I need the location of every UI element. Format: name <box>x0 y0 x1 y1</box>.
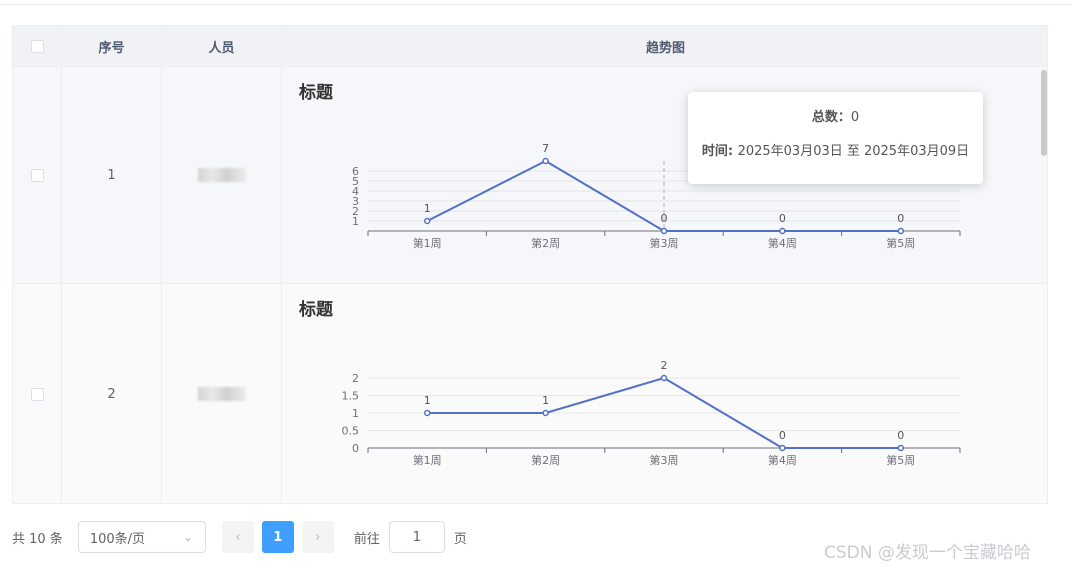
table-header: 序号 人员 趋势图 <box>13 26 1047 67</box>
select-all-checkbox[interactable] <box>30 40 44 53</box>
data-label: 0 <box>779 429 786 442</box>
x-tick-label: 第2周 <box>531 236 560 250</box>
data-label: 0 <box>897 429 904 442</box>
chart-tooltip: 总数：0 时间: 2025年03月03日 至 2025年03月09日 <box>688 92 983 184</box>
x-tick-label: 第5周 <box>886 236 915 250</box>
goto-page-input[interactable]: 1 <box>388 521 445 553</box>
row-index: 1 <box>62 67 162 283</box>
data-label: 0 <box>779 212 786 225</box>
next-page-button[interactable]: › <box>301 521 334 553</box>
page-size-select[interactable]: 100条/页 ⌄ <box>77 521 206 553</box>
data-label: 1 <box>542 394 549 407</box>
header-person: 人员 <box>162 26 282 67</box>
y-tick-label: 2 <box>352 372 359 385</box>
row-select-cell[interactable] <box>13 67 62 283</box>
data-label: 1 <box>424 202 431 215</box>
chevron-left-icon: ‹ <box>235 529 241 545</box>
blurred-name <box>197 387 246 401</box>
page-suffix: 页 <box>453 531 467 547</box>
data-point <box>779 444 786 452</box>
top-divider <box>0 4 1072 5</box>
data-point <box>779 227 786 235</box>
chevron-right-icon: › <box>315 529 321 545</box>
data-point <box>897 444 905 452</box>
data-label: 2 <box>661 359 668 372</box>
trend-cell: 标题 0 0.5 1 1.5 2 第1周 第2周 第3周 第4周 第5周 1 1 2 0 0 <box>282 284 1048 504</box>
row-checkbox[interactable] <box>30 387 44 401</box>
header-select-all[interactable] <box>13 26 62 67</box>
row-index: 2 <box>62 284 162 503</box>
data-point <box>423 409 431 417</box>
prev-page-button[interactable]: ‹ <box>221 521 254 553</box>
page-size-value: 100条/页 <box>89 531 146 547</box>
x-tick-label: 第3周 <box>650 236 679 250</box>
x-tick-label: 第1周 <box>413 453 442 467</box>
x-tick-label: 第4周 <box>768 236 797 250</box>
blurred-name <box>197 168 246 182</box>
data-point <box>660 374 668 382</box>
data-point <box>542 157 549 165</box>
x-tick-label: 第5周 <box>886 453 915 467</box>
tooltip-total-value: 0 <box>850 110 860 125</box>
person-cell <box>162 284 282 503</box>
data-label: 0 <box>661 212 668 225</box>
trend-chart[interactable]: 0 0.5 1 1.5 2 第1周 第2周 第3周 第4周 第5周 1 1 2 0 0 <box>282 284 1048 504</box>
row-checkbox[interactable] <box>30 168 44 182</box>
x-tick-label: 第2周 <box>531 453 560 467</box>
y-tick-label: 6 <box>352 165 359 178</box>
pagination: 共 10 条 100条/页 ⌄ ‹ 1 › 前往 1 页 <box>12 520 467 554</box>
tooltip-time-label: 时间: <box>701 144 738 159</box>
total-count: 共 10 条 <box>12 531 63 547</box>
data-label: 1 <box>424 394 431 407</box>
watermark: CSDN @发现一个宝藏哈哈 <box>824 543 1031 563</box>
vertical-scrollbar[interactable] <box>1041 70 1047 156</box>
goto-label: 前往 <box>353 531 380 547</box>
y-tick-label: 1 <box>352 407 359 420</box>
data-point <box>660 227 668 235</box>
tooltip-time-value: 2025年03月03日 至 2025年03月09日 <box>737 144 970 159</box>
data-point <box>423 217 431 225</box>
data-label: 7 <box>542 142 549 155</box>
header-trend: 趋势图 <box>645 41 685 56</box>
y-tick-label: 0.5 <box>342 425 360 438</box>
tooltip-time: 时间: 2025年03月03日 至 2025年03月09日 <box>688 140 983 159</box>
data-point <box>542 409 549 417</box>
row-select-cell[interactable] <box>13 284 62 503</box>
x-tick-label: 第1周 <box>413 236 442 250</box>
tooltip-total: 总数：0 <box>688 106 983 125</box>
x-tick-label: 第3周 <box>650 453 679 467</box>
person-cell <box>162 67 282 283</box>
data-point <box>897 227 905 235</box>
chevron-down-icon: ⌄ <box>183 531 193 544</box>
header-index: 序号 <box>62 26 162 67</box>
x-tick-label: 第4周 <box>768 453 797 467</box>
table-row[interactable]: 2 标题 0 0.5 1 1.5 2 第1周 第2周 第3周 第4周 第5周 1 1 2 0 0 <box>13 284 1048 504</box>
y-tick-label: 1.5 <box>342 390 360 403</box>
tooltip-total-label: 总数： <box>811 110 851 125</box>
page-number-button[interactable]: 1 <box>261 521 294 553</box>
data-label: 0 <box>897 212 904 225</box>
y-tick-label: 0 <box>352 442 359 455</box>
